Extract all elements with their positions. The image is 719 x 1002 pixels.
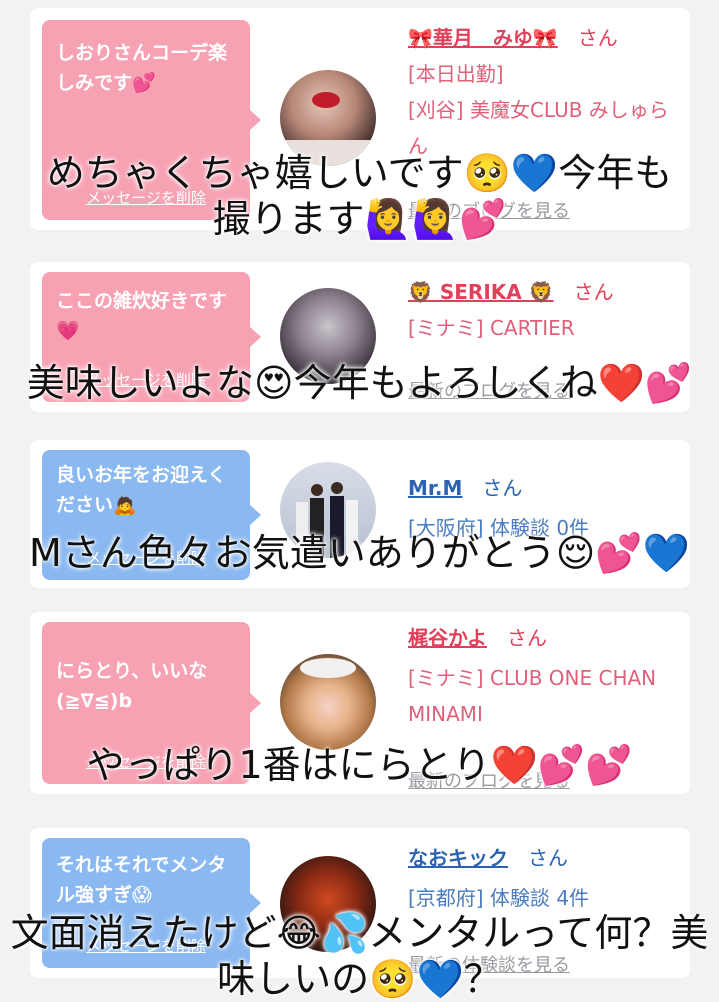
avatar-image — [300, 658, 356, 678]
message-text: しおりさんコーデ楽しみです💕 — [56, 42, 228, 95]
message-text: にらとり、いいな(≧∇≦)b — [56, 660, 208, 713]
profile-name-link[interactable]: Mr.M — [408, 476, 462, 500]
profile-info: 🦁 SERIKA 🦁 さん [ミナミ] CARTIER 最新のブログを見る — [408, 274, 680, 402]
avatar[interactable] — [280, 654, 376, 750]
profile-info: なおキック さん [京都府] 体験談 4件 最新の体験談を見る — [408, 840, 680, 976]
profile-name-link[interactable]: なおキック — [408, 846, 508, 870]
overlay-caption: 文面消えたけど😂💦メンタルって何？美味しいの🥺💙？ — [10, 911, 709, 1001]
profile-name-link[interactable]: 🎀華月 みゆ🎀 — [408, 26, 558, 50]
shop-label: [ミナミ] CARTIER — [408, 316, 575, 340]
profile-name-link[interactable]: 梶谷かよ — [408, 626, 487, 650]
honorific: さん — [507, 626, 547, 650]
honorific: さん — [573, 280, 614, 304]
profile-info: 🎀華月 みゆ🎀 さん [本日出勤] [刈谷] 美魔女CLUB みしゅらん 最新のブ… — [408, 20, 680, 222]
shop-label: [ミナミ] CLUB ONE CHAN MINAMI — [408, 666, 657, 726]
overlay-caption: やっぱり1番はにらとり❤️💕💕 — [86, 743, 633, 787]
overlay-caption: 美味しいよな😍今年もよろしくね❤️💕 — [26, 361, 693, 405]
status-label: [本日出勤] — [408, 62, 504, 86]
overlay-caption: めちゃくちゃ嬉しいです🥺💙今年も撮ります🙋‍♀️🙋‍♀️💕 — [46, 151, 673, 241]
message-text: 良いお年をお迎えください🙇 — [56, 464, 227, 517]
profile-name-link[interactable]: 🦁 SERIKA 🦁 — [408, 280, 554, 304]
profile-info: 梶谷かよ さん [ミナミ] CLUB ONE CHAN MINAMI 最新のブログ… — [408, 620, 680, 792]
message-text: ここの雑炊好きです💗 — [56, 290, 228, 343]
overlay-caption: Mさん色々お気遣いありがとう😌💕💙 — [28, 531, 691, 575]
honorific: さん — [528, 846, 568, 870]
honorific: さん — [482, 476, 523, 500]
honorific: さん — [577, 26, 618, 50]
message-text: それはそれでメンタル強すぎ😱 — [56, 854, 227, 907]
